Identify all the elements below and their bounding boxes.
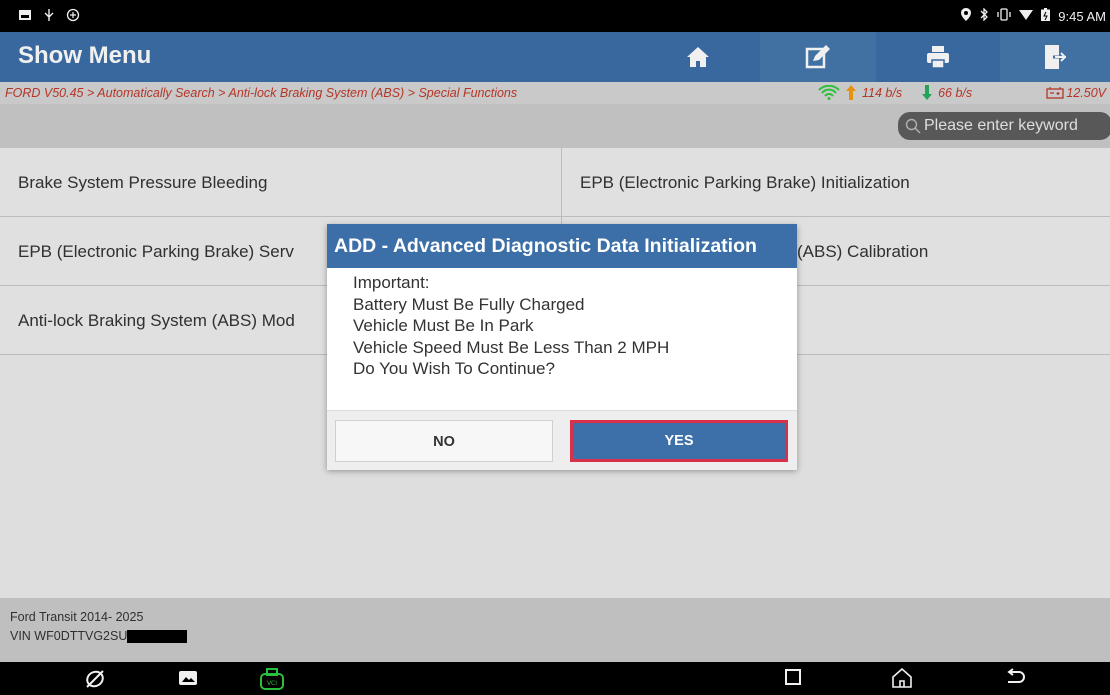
dialog-line: Do You Wish To Continue? xyxy=(353,359,555,378)
dialog-line: Battery Must Be Fully Charged xyxy=(353,294,585,314)
dialog-message: Important: Battery Must Be Fully Charged… xyxy=(353,272,669,380)
dialog-title: ADD - Advanced Diagnostic Data Initializ… xyxy=(327,224,797,268)
dialog-actions: NO YES xyxy=(327,410,797,470)
yes-button[interactable]: YES xyxy=(570,420,788,462)
confirm-dialog: ADD - Advanced Diagnostic Data Initializ… xyxy=(327,224,797,470)
no-button[interactable]: NO xyxy=(335,420,553,462)
dialog-line: Vehicle Speed Must Be Less Than 2 MPH xyxy=(353,337,670,357)
dialog-line: Important: xyxy=(353,273,430,292)
dialog-line: Vehicle Must Be In Park xyxy=(353,316,534,335)
